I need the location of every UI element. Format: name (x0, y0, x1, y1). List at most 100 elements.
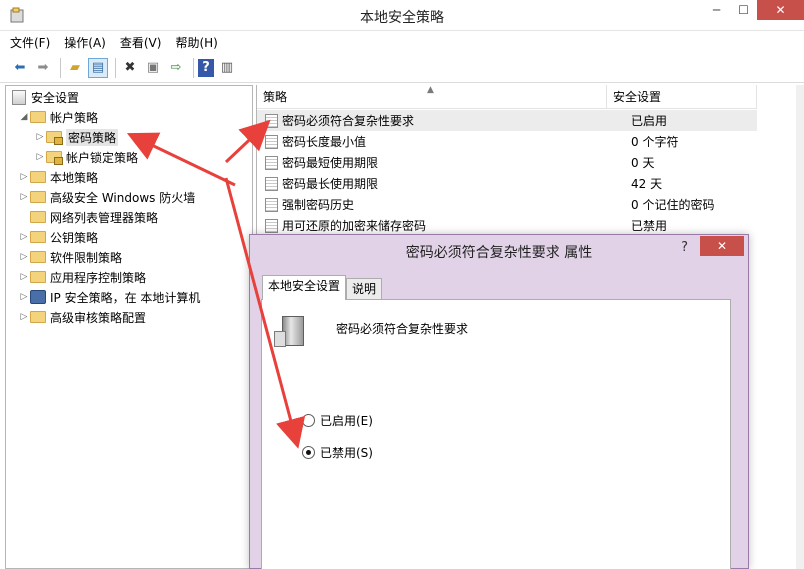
toolbar-separator (60, 57, 61, 78)
policy-name: 密码最长使用期限 (282, 177, 379, 191)
tab-explain[interactable]: 说明 (346, 278, 383, 300)
security-settings-icon (12, 89, 26, 105)
tree-item-label: IP 安全策略，在 本地计算机 (50, 290, 201, 305)
folder-icon (30, 271, 46, 283)
policy-row[interactable]: 强制密码历史 0 个记住的密码 (257, 194, 757, 215)
policy-name: 密码长度最小值 (282, 135, 367, 149)
tree-item[interactable]: ▷ IP 安全策略，在 本地计算机 (18, 287, 200, 307)
expander-icon[interactable]: ▷ (18, 292, 30, 302)
folder-icon (30, 311, 46, 323)
delete-icon[interactable]: ✖ (120, 58, 140, 78)
properties-dialog: 密码必须符合复杂性要求 属性 ? ✕ 本地安全设置 说明 密码必须符合复杂性要求… (249, 234, 749, 569)
tree-item[interactable]: ▷ 应用程序控制策略 (18, 267, 146, 287)
radio-disabled[interactable]: 已禁用(S) (302, 444, 373, 461)
tree-item-label: 密码策略 (66, 128, 119, 146)
up-folder-icon[interactable]: ▰ (65, 58, 85, 78)
policy-setting: 42 天 (631, 177, 663, 191)
vertical-scrollbar[interactable] (796, 85, 804, 569)
dialog-help-button[interactable]: ? (681, 240, 688, 255)
dialog-tabs: 本地安全设置 说明 (262, 275, 383, 300)
tree-item[interactable]: ▷ 帐户锁定策略 (34, 147, 138, 167)
policy-icon (265, 155, 278, 170)
window-title: 本地安全策略 (360, 10, 444, 26)
folder-icon (30, 231, 46, 243)
radio-enabled[interactable]: 已启用(E) (302, 412, 373, 429)
radio-disabled-label: 已禁用(S) (320, 446, 373, 460)
policy-icon (265, 176, 278, 191)
maximize-button[interactable]: ☐ (730, 0, 757, 20)
tree-item-label: 帐户锁定策略 (66, 150, 139, 165)
dialog-policy-name: 密码必须符合复杂性要求 (336, 322, 469, 336)
dialog-body: 本地安全设置 说明 密码必须符合复杂性要求 已启用(E) 已禁用(S) (250, 265, 748, 569)
sort-ascending-icon: ▲ (427, 85, 434, 95)
expander-icon[interactable]: ▷ (34, 132, 46, 142)
tree-item[interactable]: 网络列表管理器策略 (18, 207, 158, 227)
column-header-setting[interactable]: 安全设置 (607, 85, 757, 109)
toolbar: ⬅ ➡ ▰ ▤ ✖ ▣ ⇨ ? ▥ (0, 53, 804, 83)
export-list-icon[interactable]: ⇨ (166, 58, 186, 78)
column-header-setting-label: 安全设置 (613, 90, 662, 104)
radio-disabled-circle[interactable] (302, 446, 315, 459)
tree-item[interactable]: ▷ 密码策略 (34, 127, 119, 147)
tree-item[interactable]: ▷ 软件限制策略 (18, 247, 122, 267)
tree-item[interactable]: ▷ 高级安全 Windows 防火墙 (18, 187, 196, 207)
tree-item-label: 应用程序控制策略 (50, 270, 147, 285)
tree-item-label: 公钥策略 (50, 230, 99, 245)
tree-root[interactable]: 安全设置 (12, 87, 79, 107)
expander-icon[interactable]: ▷ (18, 172, 30, 182)
folder-icon (46, 131, 63, 145)
expander-icon[interactable]: ▷ (18, 312, 30, 322)
back-arrow-icon[interactable]: ⬅ (10, 58, 30, 78)
policy-row[interactable]: 密码长度最小值 0 个字符 (257, 131, 757, 152)
help-icon[interactable]: ? (198, 58, 214, 77)
menu-action[interactable]: 操作(A) (64, 34, 106, 51)
tree-item[interactable]: ▷ 本地策略 (18, 167, 98, 187)
tree-root-label: 安全设置 (31, 90, 80, 105)
menu-view[interactable]: 查看(V) (120, 34, 162, 51)
toolbar-separator (115, 57, 116, 78)
policy-name: 强制密码历史 (282, 198, 355, 212)
show-action-pane-icon[interactable]: ▥ (217, 58, 237, 78)
tree-item-label: 高级安全 Windows 防火墙 (50, 190, 196, 205)
radio-enabled-label: 已启用(E) (320, 414, 373, 428)
column-header-policy-label: 策略 (263, 90, 288, 104)
expander-icon[interactable]: ▷ (18, 252, 30, 262)
folder-icon (30, 211, 46, 223)
tree-item-label: 网络列表管理器策略 (50, 210, 159, 225)
dialog-close-button[interactable]: ✕ (700, 236, 744, 256)
expander-icon[interactable]: ▷ (18, 232, 30, 242)
expander-icon[interactable]: ▷ (18, 272, 30, 282)
menu-file[interactable]: 文件(F) (10, 34, 50, 51)
expander-icon[interactable]: ▷ (34, 152, 46, 162)
policy-row[interactable]: 密码必须符合复杂性要求 已启用 (257, 110, 757, 131)
menu-help[interactable]: 帮助(H) (175, 34, 217, 51)
folder-icon (46, 151, 63, 165)
expander-icon[interactable]: ◢ (18, 112, 30, 122)
expander-icon[interactable]: ▷ (18, 192, 30, 202)
policy-row[interactable]: 密码最短使用期限 0 天 (257, 152, 757, 173)
policy-name: 密码最短使用期限 (282, 156, 379, 170)
policy-row[interactable]: 用可还原的加密来储存密码 已禁用 (257, 215, 757, 236)
policy-setting: 已禁用 (631, 219, 668, 233)
show-tree-icon[interactable]: ▤ (88, 57, 108, 78)
folder-icon (30, 251, 46, 263)
policy-row[interactable]: 密码最长使用期限 42 天 (257, 173, 757, 194)
minimize-button[interactable]: ─ (703, 0, 730, 20)
radio-enabled-circle[interactable] (302, 414, 315, 427)
column-header-policy[interactable]: ▲ 策略 (257, 85, 607, 109)
folder-icon (30, 191, 46, 203)
tree-item[interactable]: ▷ 公钥策略 (18, 227, 98, 247)
tree-item-label: 软件限制策略 (50, 250, 123, 265)
tree-item[interactable]: ◢ 帐户策略 (18, 107, 98, 127)
close-button[interactable]: ✕ (757, 0, 804, 20)
forward-arrow-icon[interactable]: ➡ (33, 58, 53, 78)
policy-name: 密码必须符合复杂性要求 (282, 114, 415, 128)
policy-icon (265, 197, 278, 212)
tab-local-security-setting[interactable]: 本地安全设置 (262, 275, 347, 300)
tree-item-label: 高级审核策略配置 (50, 310, 147, 325)
properties-icon[interactable]: ▣ (143, 58, 163, 78)
tree-item[interactable]: ▷ 高级审核策略配置 (18, 307, 146, 327)
policy-name: 用可还原的加密来储存密码 (282, 219, 427, 233)
ip-security-icon (30, 290, 46, 304)
policy-setting: 0 个字符 (631, 135, 679, 149)
